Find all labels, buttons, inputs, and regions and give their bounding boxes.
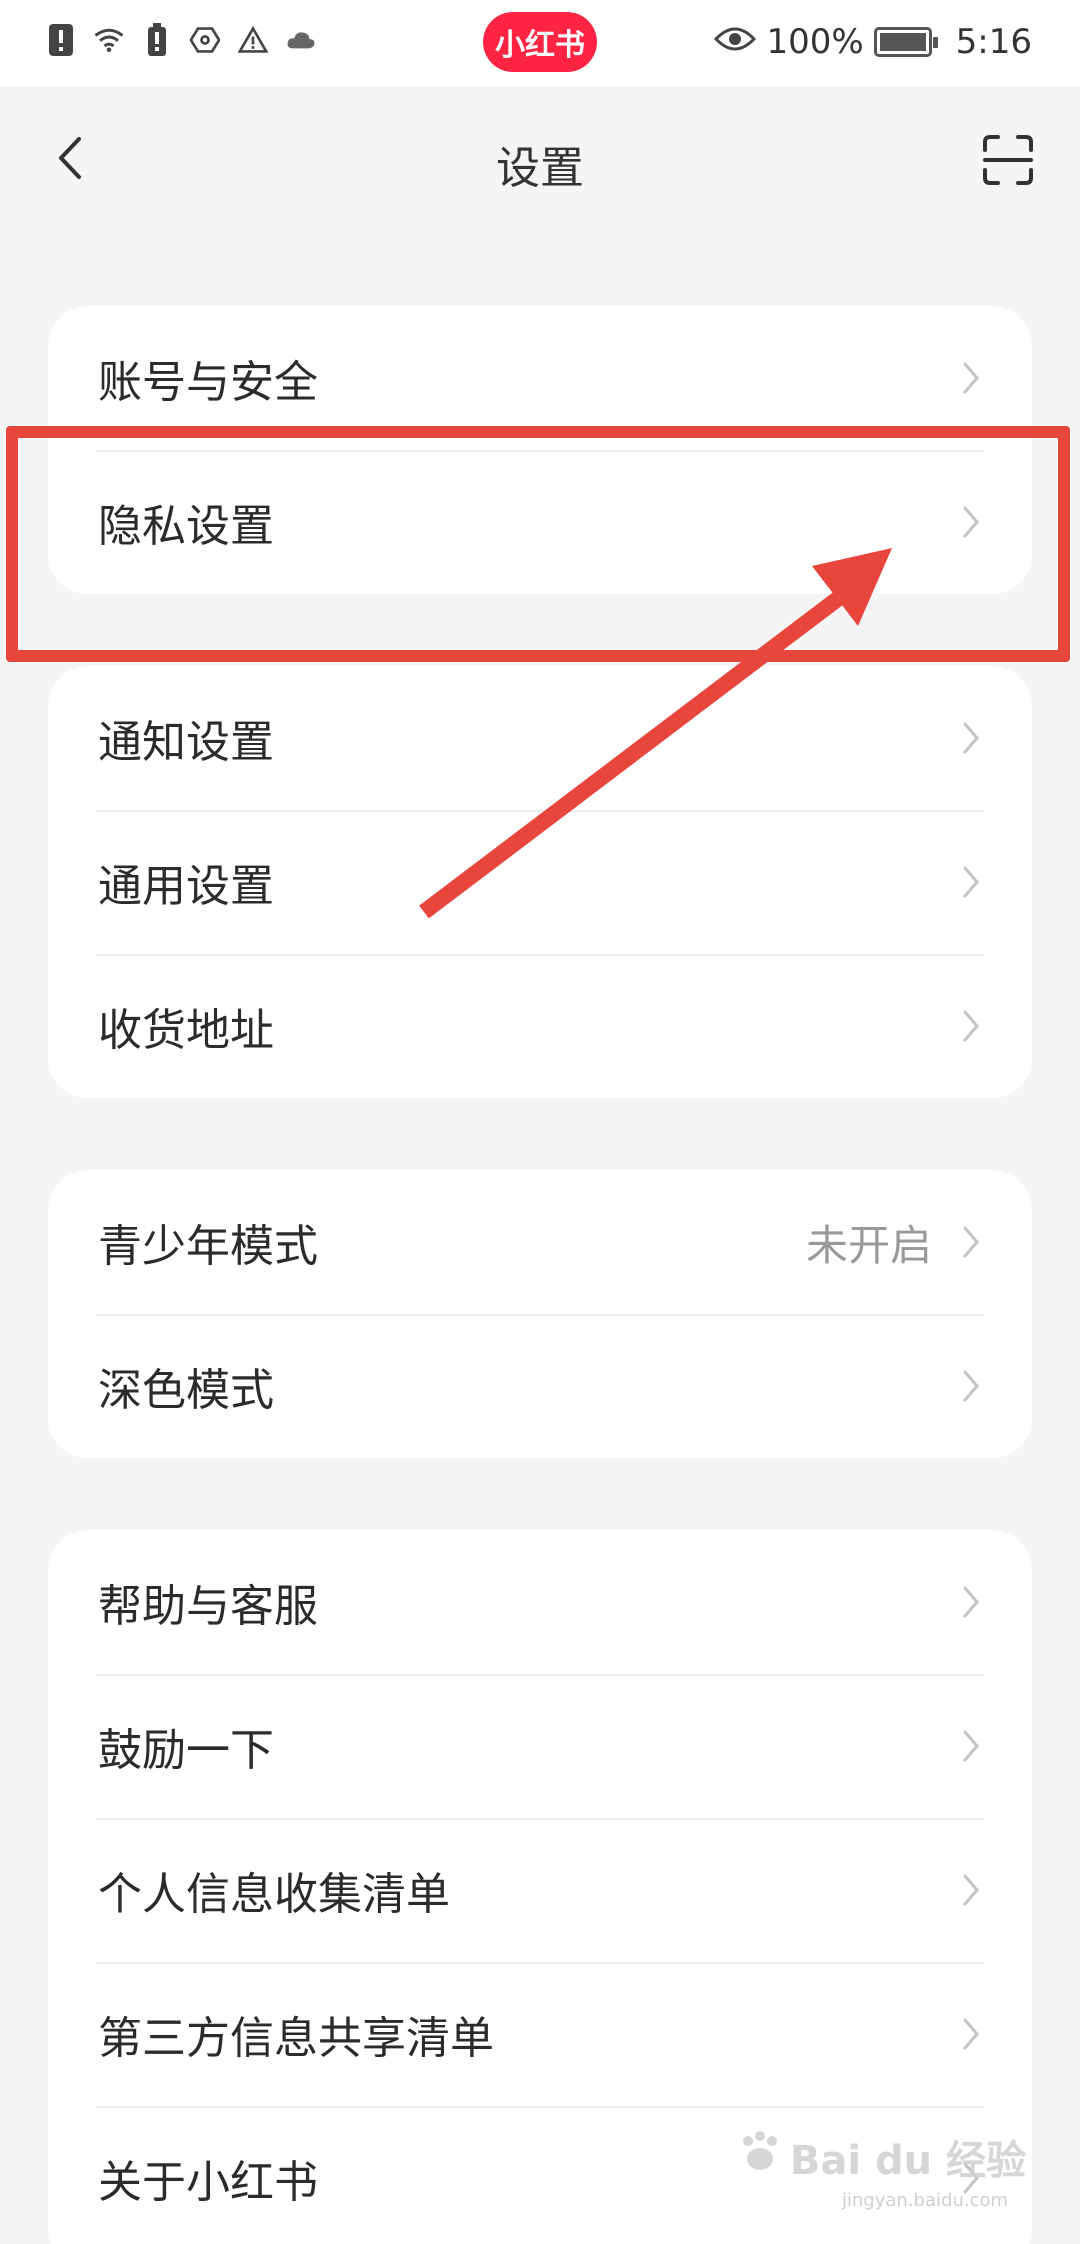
settings-item-label: 青少年模式: [98, 1221, 318, 1272]
nav-header: 设置: [0, 86, 1080, 234]
scan-icon: [983, 135, 1033, 185]
chevron-right-icon: [958, 1726, 984, 1766]
settings-item-label: 通用设置: [98, 861, 274, 912]
alert-icon: [46, 22, 76, 58]
settings-item-teen-mode[interactable]: 青少年模式 未开启: [48, 1170, 1032, 1314]
cloud-icon: [286, 22, 316, 58]
settings-item-label: 个人信息收集清单: [98, 1869, 450, 1920]
app-badge: 小红书: [483, 12, 597, 72]
battery-icon: [873, 27, 938, 57]
scan-button[interactable]: [978, 130, 1038, 190]
highlight-box: [6, 426, 1070, 662]
chevron-right-icon: [958, 358, 984, 398]
wifi-icon: [94, 22, 124, 58]
settings-item-label: 通知设置: [98, 717, 274, 768]
chevron-right-icon: [958, 1582, 984, 1622]
page-title: 设置: [496, 143, 584, 194]
settings-item-label: 鼓励一下: [98, 1725, 274, 1776]
nfc-icon: [190, 22, 220, 58]
watermark: Bai du 经验: [738, 2128, 1026, 2186]
chevron-right-icon: [958, 1222, 984, 1262]
status-bar: 小红书 100% 5:16: [0, 0, 1080, 86]
settings-item-shipping-address[interactable]: 收货地址: [48, 954, 1032, 1098]
settings-group-general: 通知设置 通用设置 收货地址: [48, 666, 1032, 1098]
clock: 5:16: [955, 22, 1032, 62]
battery-percent: 100%: [766, 22, 864, 62]
eye-icon: [714, 22, 757, 62]
settings-item-rate-us[interactable]: 鼓励一下: [48, 1674, 1032, 1818]
settings-group-modes: 青少年模式 未开启 深色模式: [48, 1170, 1032, 1458]
settings-page: 小红书 100% 5:16 设置 账号与安全 隐私设置 通知设置 通用设置 收货…: [0, 0, 1080, 2244]
settings-item-notifications[interactable]: 通知设置: [48, 666, 1032, 810]
status-icons-left: [46, 22, 316, 58]
teen-mode-status: 未开启: [805, 1220, 932, 1270]
chevron-right-icon: [958, 718, 984, 758]
chevron-right-icon: [958, 2014, 984, 2054]
settings-item-personal-info-list[interactable]: 个人信息收集清单: [48, 1818, 1032, 1962]
settings-item-label: 账号与安全: [98, 357, 318, 408]
settings-item-label: 深色模式: [98, 1365, 274, 1416]
settings-item-label: 帮助与客服: [98, 1581, 318, 1632]
status-icons-right: 100% 5:16: [714, 22, 1032, 62]
chevron-right-icon: [958, 862, 984, 902]
settings-item-general[interactable]: 通用设置: [48, 810, 1032, 954]
chevron-right-icon: [958, 1366, 984, 1406]
watermark-text: Bai du 经验: [789, 2138, 1026, 2184]
settings-item-label: 收货地址: [98, 1005, 274, 1056]
settings-item-dark-mode[interactable]: 深色模式: [48, 1314, 1032, 1458]
chevron-right-icon: [958, 1006, 984, 1046]
settings-item-label: 第三方信息共享清单: [98, 2013, 494, 2064]
watermark-url: jingyan.baidu.com: [841, 2190, 1008, 2211]
battery-saver-icon: [142, 22, 172, 58]
chevron-right-icon: [958, 1870, 984, 1910]
paw-icon: [738, 2129, 784, 2185]
settings-item-help[interactable]: 帮助与客服: [48, 1530, 1032, 1674]
warning-icon: [238, 22, 268, 58]
settings-item-third-party-list[interactable]: 第三方信息共享清单: [48, 1962, 1032, 2106]
